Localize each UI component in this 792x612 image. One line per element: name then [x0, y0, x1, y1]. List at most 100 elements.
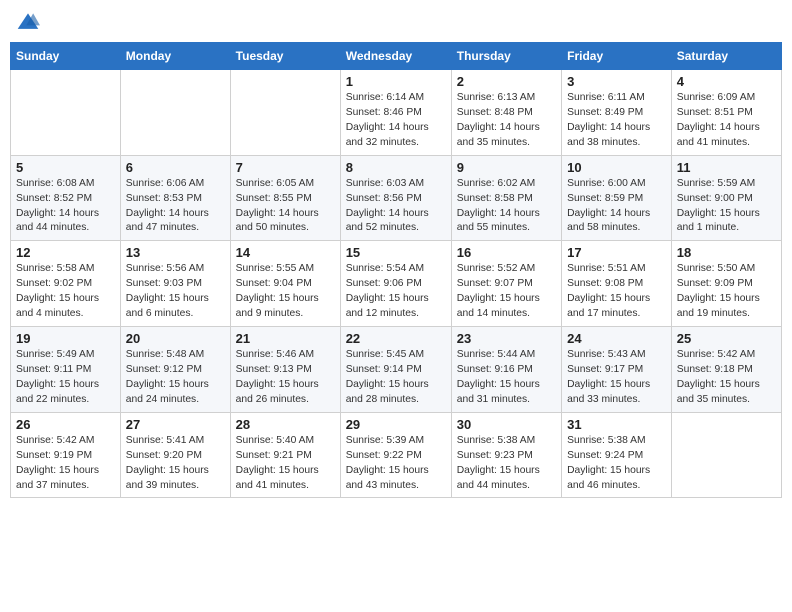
- day-number: 31: [567, 417, 666, 432]
- day-number: 30: [457, 417, 556, 432]
- day-info: Sunrise: 5:39 AMSunset: 9:22 PMDaylight:…: [346, 434, 446, 494]
- day-number: 23: [457, 331, 556, 346]
- calendar-day-cell: 17 Sunrise: 5:51 AMSunset: 9:08 PMDayligh…: [562, 241, 672, 327]
- calendar-day-cell: [671, 412, 781, 498]
- calendar-day-cell: 16 Sunrise: 5:52 AMSunset: 9:07 PMDayligh…: [451, 241, 561, 327]
- day-number: 14: [236, 245, 335, 260]
- day-info: Sunrise: 5:45 AMSunset: 9:14 PMDaylight:…: [346, 348, 446, 408]
- day-info: Sunrise: 5:52 AMSunset: 9:07 PMDaylight:…: [457, 262, 556, 322]
- calendar-day-cell: 2 Sunrise: 6:13 AMSunset: 8:48 PMDaylight…: [451, 70, 561, 156]
- day-number: 2: [457, 74, 556, 89]
- day-number: 17: [567, 245, 666, 260]
- day-info: Sunrise: 5:38 AMSunset: 9:23 PMDaylight:…: [457, 434, 556, 494]
- day-number: 11: [677, 160, 776, 175]
- calendar-day-header: Wednesday: [340, 43, 451, 70]
- calendar-day-cell: 13 Sunrise: 5:56 AMSunset: 9:03 PMDayligh…: [120, 241, 230, 327]
- day-info: Sunrise: 6:06 AMSunset: 8:53 PMDaylight:…: [126, 177, 225, 237]
- calendar-day-cell: 24 Sunrise: 5:43 AMSunset: 9:17 PMDayligh…: [562, 327, 672, 413]
- calendar-day-cell: 4 Sunrise: 6:09 AMSunset: 8:51 PMDaylight…: [671, 70, 781, 156]
- day-number: 20: [126, 331, 225, 346]
- day-number: 15: [346, 245, 446, 260]
- calendar-week-row: 19 Sunrise: 5:49 AMSunset: 9:11 PMDayligh…: [11, 327, 782, 413]
- day-number: 25: [677, 331, 776, 346]
- day-info: Sunrise: 6:02 AMSunset: 8:58 PMDaylight:…: [457, 177, 556, 237]
- calendar-week-row: 1Sunrise: 6:14 AMSunset: 8:46 PMDaylight…: [11, 70, 782, 156]
- day-number: 12: [16, 245, 115, 260]
- calendar-day-header: Friday: [562, 43, 672, 70]
- day-number: 8: [346, 160, 446, 175]
- day-info: Sunrise: 6:09 AMSunset: 8:51 PMDaylight:…: [677, 91, 776, 151]
- day-number: 22: [346, 331, 446, 346]
- calendar-day-cell: 8 Sunrise: 6:03 AMSunset: 8:56 PMDaylight…: [340, 155, 451, 241]
- day-info: Sunrise: 6:13 AMSunset: 8:48 PMDaylight:…: [457, 91, 556, 151]
- calendar-day-cell: 6 Sunrise: 6:06 AMSunset: 8:53 PMDaylight…: [120, 155, 230, 241]
- day-info: Sunrise: 5:54 AMSunset: 9:06 PMDaylight:…: [346, 262, 446, 322]
- calendar-week-row: 12 Sunrise: 5:58 AMSunset: 9:02 PMDayligh…: [11, 241, 782, 327]
- calendar-day-cell: 30 Sunrise: 5:38 AMSunset: 9:23 PMDayligh…: [451, 412, 561, 498]
- calendar-day-header: Monday: [120, 43, 230, 70]
- day-info: Sunrise: 5:41 AMSunset: 9:20 PMDaylight:…: [126, 434, 225, 494]
- calendar-day-cell: 7Sunrise: 6:05 AMSunset: 8:55 PMDaylight…: [230, 155, 340, 241]
- calendar-day-cell: 1Sunrise: 6:14 AMSunset: 8:46 PMDaylight…: [340, 70, 451, 156]
- day-info: Sunrise: 5:42 AMSunset: 9:19 PMDaylight:…: [16, 434, 115, 494]
- calendar-day-header: Sunday: [11, 43, 121, 70]
- day-info: Sunrise: 5:49 AMSunset: 9:11 PMDaylight:…: [16, 348, 115, 408]
- calendar-day-cell: 29 Sunrise: 5:39 AMSunset: 9:22 PMDayligh…: [340, 412, 451, 498]
- day-info: Sunrise: 5:56 AMSunset: 9:03 PMDaylight:…: [126, 262, 225, 322]
- day-info: Sunrise: 6:03 AMSunset: 8:56 PMDaylight:…: [346, 177, 446, 237]
- calendar-day-cell: 18Sunrise: 5:50 AMSunset: 9:09 PMDayligh…: [671, 241, 781, 327]
- calendar-day-cell: 14 Sunrise: 5:55 AMSunset: 9:04 PMDayligh…: [230, 241, 340, 327]
- day-number: 4: [677, 74, 776, 89]
- calendar-day-cell: [230, 70, 340, 156]
- day-info: Sunrise: 5:38 AMSunset: 9:24 PMDaylight:…: [567, 434, 666, 494]
- day-number: 3: [567, 74, 666, 89]
- day-number: 29: [346, 417, 446, 432]
- day-number: 16: [457, 245, 556, 260]
- calendar-day-cell: 11 Sunrise: 5:59 AMSunset: 9:00 PMDayligh…: [671, 155, 781, 241]
- day-number: 21: [236, 331, 335, 346]
- day-info: Sunrise: 5:48 AMSunset: 9:12 PMDaylight:…: [126, 348, 225, 408]
- calendar-day-cell: [120, 70, 230, 156]
- calendar-day-cell: 15 Sunrise: 5:54 AMSunset: 9:06 PMDayligh…: [340, 241, 451, 327]
- day-number: 27: [126, 417, 225, 432]
- page-header: [10, 10, 782, 34]
- calendar-week-row: 26 Sunrise: 5:42 AMSunset: 9:19 PMDayligh…: [11, 412, 782, 498]
- calendar-day-cell: 19 Sunrise: 5:49 AMSunset: 9:11 PMDayligh…: [11, 327, 121, 413]
- day-info: Sunrise: 6:05 AMSunset: 8:55 PMDaylight:…: [236, 177, 335, 237]
- day-info: Sunrise: 5:59 AMSunset: 9:00 PMDaylight:…: [677, 177, 776, 237]
- day-info: Sunrise: 6:14 AMSunset: 8:46 PMDaylight:…: [346, 91, 446, 151]
- day-info: Sunrise: 5:58 AMSunset: 9:02 PMDaylight:…: [16, 262, 115, 322]
- calendar-day-cell: 20 Sunrise: 5:48 AMSunset: 9:12 PMDayligh…: [120, 327, 230, 413]
- calendar-day-cell: [11, 70, 121, 156]
- calendar-day-cell: 25 Sunrise: 5:42 AMSunset: 9:18 PMDayligh…: [671, 327, 781, 413]
- calendar-day-cell: 23Sunrise: 5:44 AMSunset: 9:16 PMDayligh…: [451, 327, 561, 413]
- day-info: Sunrise: 5:40 AMSunset: 9:21 PMDaylight:…: [236, 434, 335, 494]
- day-info: Sunrise: 5:43 AMSunset: 9:17 PMDaylight:…: [567, 348, 666, 408]
- calendar-day-cell: 12 Sunrise: 5:58 AMSunset: 9:02 PMDayligh…: [11, 241, 121, 327]
- day-number: 19: [16, 331, 115, 346]
- day-info: Sunrise: 5:42 AMSunset: 9:18 PMDaylight:…: [677, 348, 776, 408]
- day-number: 26: [16, 417, 115, 432]
- day-number: 5: [16, 160, 115, 175]
- day-number: 9: [457, 160, 556, 175]
- calendar-day-cell: 5 Sunrise: 6:08 AMSunset: 8:52 PMDaylight…: [11, 155, 121, 241]
- day-number: 28: [236, 417, 335, 432]
- day-number: 24: [567, 331, 666, 346]
- day-number: 13: [126, 245, 225, 260]
- day-info: Sunrise: 5:46 AMSunset: 9:13 PMDaylight:…: [236, 348, 335, 408]
- calendar-day-header: Thursday: [451, 43, 561, 70]
- calendar-day-cell: 21 Sunrise: 5:46 AMSunset: 9:13 PMDayligh…: [230, 327, 340, 413]
- day-number: 18: [677, 245, 776, 260]
- day-info: Sunrise: 6:00 AMSunset: 8:59 PMDaylight:…: [567, 177, 666, 237]
- day-number: 6: [126, 160, 225, 175]
- calendar-day-cell: 22 Sunrise: 5:45 AMSunset: 9:14 PMDayligh…: [340, 327, 451, 413]
- calendar-day-cell: 9 Sunrise: 6:02 AMSunset: 8:58 PMDaylight…: [451, 155, 561, 241]
- day-info: Sunrise: 5:55 AMSunset: 9:04 PMDaylight:…: [236, 262, 335, 322]
- day-info: Sunrise: 6:08 AMSunset: 8:52 PMDaylight:…: [16, 177, 115, 237]
- calendar-day-cell: 26 Sunrise: 5:42 AMSunset: 9:19 PMDayligh…: [11, 412, 121, 498]
- day-number: 10: [567, 160, 666, 175]
- calendar-day-cell: 27 Sunrise: 5:41 AMSunset: 9:20 PMDayligh…: [120, 412, 230, 498]
- day-info: Sunrise: 5:51 AMSunset: 9:08 PMDaylight:…: [567, 262, 666, 322]
- calendar-day-cell: 31 Sunrise: 5:38 AMSunset: 9:24 PMDayligh…: [562, 412, 672, 498]
- calendar-table: SundayMondayTuesdayWednesdayThursdayFrid…: [10, 42, 782, 498]
